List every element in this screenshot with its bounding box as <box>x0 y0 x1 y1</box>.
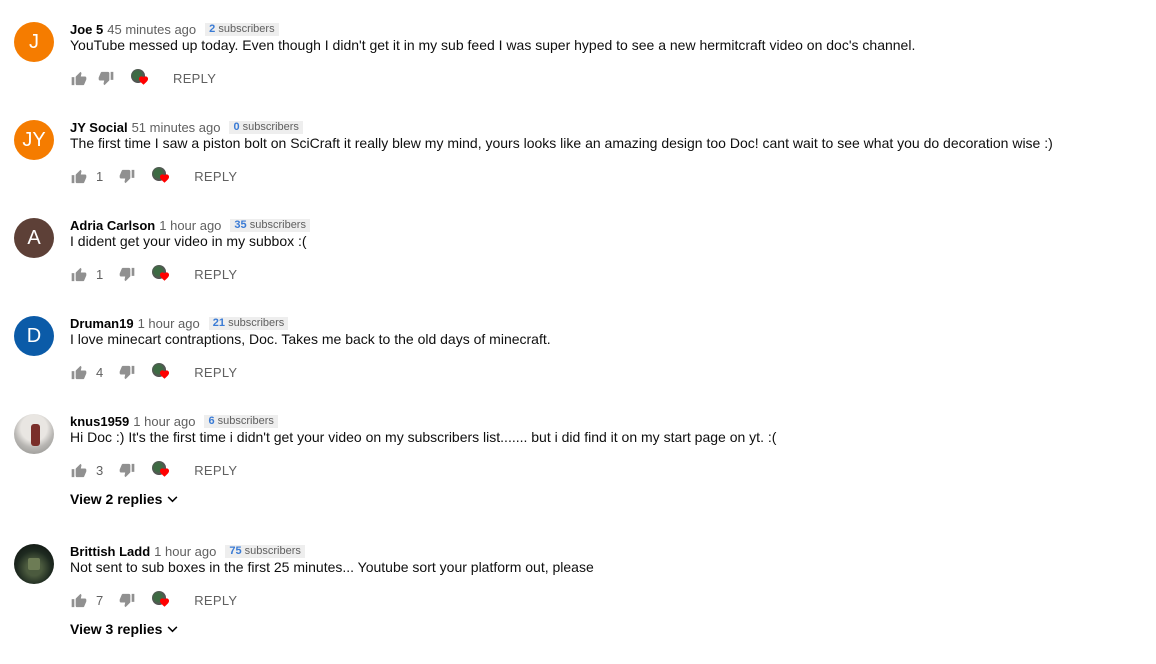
reply-button[interactable]: REPLY <box>194 267 237 282</box>
subscriber-badge: 75 subscribers <box>225 544 305 558</box>
avatar-letter: J <box>29 30 39 53</box>
subscriber-count: 75 <box>229 544 242 557</box>
comment-header: Druman19 1 hour ago 21 subscribers <box>70 316 289 331</box>
comment-text: The first time I saw a piston bolt on Sc… <box>70 135 1053 151</box>
avatar[interactable]: JY <box>14 120 54 160</box>
subscriber-label: subscribers <box>218 22 275 35</box>
subscriber-badge: 21 subscribers <box>208 316 289 330</box>
subscriber-label: subscribers <box>242 120 299 133</box>
avatar[interactable] <box>14 414 54 454</box>
view-replies-button[interactable]: View 3 replies <box>70 621 178 637</box>
thumbs-down-icon[interactable] <box>97 70 115 86</box>
avatar[interactable]: D <box>14 316 54 356</box>
avatar-letter: D <box>26 324 42 347</box>
comment-time[interactable]: 1 hour ago <box>133 414 195 429</box>
comment-text: I dident get your video in my subbox :( <box>70 233 307 249</box>
subscriber-badge: 2 subscribers <box>205 22 279 36</box>
avatar[interactable] <box>14 544 54 584</box>
author-name[interactable]: knus1959 <box>70 414 129 429</box>
creator-heart-icon <box>152 591 170 609</box>
subscriber-count: 21 <box>212 316 225 329</box>
comment-header: Adria Carlson 1 hour ago 35 subscribers <box>70 218 310 233</box>
author-name[interactable]: Druman19 <box>70 316 134 331</box>
thumbs-down-icon[interactable] <box>118 462 136 478</box>
view-replies-button[interactable]: View 2 replies <box>70 491 178 507</box>
like-count: 3 <box>96 462 104 478</box>
reply-button[interactable]: REPLY <box>194 169 237 184</box>
thumbs-down-icon[interactable] <box>118 168 136 184</box>
thumbs-up-icon[interactable] <box>70 266 88 282</box>
comment-text: YouTube messed up today. Even though I d… <box>70 37 916 53</box>
subscriber-label: subscribers <box>244 544 301 557</box>
subscriber-label: subscribers <box>217 414 274 427</box>
subscriber-count: 6 <box>208 414 215 427</box>
avatar-letter: A <box>27 226 41 249</box>
avatar-letter: JY <box>22 128 46 151</box>
subscriber-badge: 0 subscribers <box>229 120 303 134</box>
comment-time[interactable]: 1 hour ago <box>154 544 216 559</box>
comment-actions: 7 REPLY <box>70 591 237 609</box>
chevron-down-icon <box>167 495 178 503</box>
reply-button[interactable]: REPLY <box>194 365 237 380</box>
reply-button[interactable]: REPLY <box>173 71 216 86</box>
reply-button[interactable]: REPLY <box>194 463 237 478</box>
avatar[interactable]: A <box>14 218 54 258</box>
like-count: 1 <box>96 266 104 282</box>
reply-button[interactable]: REPLY <box>194 593 237 608</box>
subscriber-badge: 35 subscribers <box>230 218 310 232</box>
author-name[interactable]: Adria Carlson <box>70 218 155 233</box>
creator-heart-icon <box>152 167 170 185</box>
comment-text: Hi Doc :) It's the first time i didn't g… <box>70 429 777 445</box>
subscriber-count: 2 <box>209 22 216 35</box>
comment-actions: 3 REPLY <box>70 461 237 479</box>
thumbs-up-icon[interactable] <box>70 592 88 608</box>
creator-heart-icon <box>131 69 149 87</box>
like-count: 7 <box>96 592 104 608</box>
comment-text: Not sent to sub boxes in the first 25 mi… <box>70 559 594 575</box>
subscriber-label: subscribers <box>249 218 306 231</box>
author-name[interactable]: Joe 5 <box>70 22 103 37</box>
comment-header: JY Social 51 minutes ago 0 subscribers <box>70 120 303 135</box>
thumbs-down-icon[interactable] <box>118 266 136 282</box>
comment-actions: REPLY <box>70 69 216 87</box>
like-count: 1 <box>96 168 104 184</box>
author-name[interactable]: Brittish Ladd <box>70 544 150 559</box>
avatar[interactable]: J <box>14 22 54 62</box>
thumbs-up-icon[interactable] <box>70 364 88 380</box>
comment-actions: 1 REPLY <box>70 265 237 283</box>
subscriber-count: 35 <box>234 218 247 231</box>
thumbs-up-icon[interactable] <box>70 462 88 478</box>
view-replies-label: View 3 replies <box>70 621 163 637</box>
comment-time[interactable]: 1 hour ago <box>159 218 221 233</box>
thumbs-down-icon[interactable] <box>118 364 136 380</box>
comment-header: Joe 5 45 minutes ago 2 subscribers <box>70 22 279 37</box>
author-name[interactable]: JY Social <box>70 120 128 135</box>
comment-time[interactable]: 45 minutes ago <box>107 22 196 37</box>
chevron-down-icon <box>167 625 178 633</box>
creator-heart-icon <box>152 461 170 479</box>
thumbs-up-icon[interactable] <box>70 168 88 184</box>
subscriber-badge: 6 subscribers <box>204 414 278 428</box>
like-count: 4 <box>96 364 104 380</box>
comment-time[interactable]: 1 hour ago <box>138 316 200 331</box>
creator-heart-icon <box>152 265 170 283</box>
comment-actions: 4 REPLY <box>70 363 237 381</box>
comment-actions: 1 REPLY <box>70 167 237 185</box>
thumbs-down-icon[interactable] <box>118 592 136 608</box>
subscriber-label: subscribers <box>228 316 285 329</box>
subscriber-count: 0 <box>233 120 240 133</box>
creator-heart-icon <box>152 363 170 381</box>
comment-text: I love minecart contraptions, Doc. Takes… <box>70 331 551 347</box>
view-replies-label: View 2 replies <box>70 491 163 507</box>
comment-time[interactable]: 51 minutes ago <box>132 120 221 135</box>
comment-header: knus1959 1 hour ago 6 subscribers <box>70 414 278 429</box>
thumbs-up-icon[interactable] <box>70 70 88 86</box>
comment-header: Brittish Ladd 1 hour ago 75 subscribers <box>70 544 305 559</box>
